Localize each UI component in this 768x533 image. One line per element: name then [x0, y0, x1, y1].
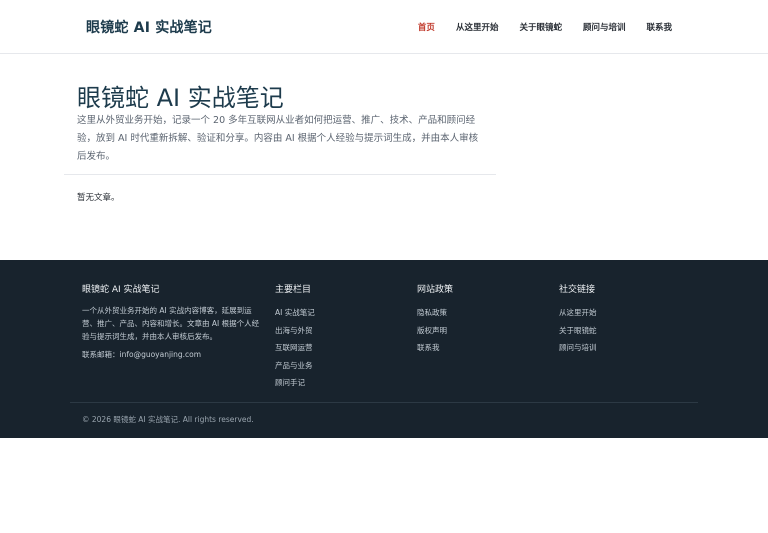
footer-col-title: 社交链接: [559, 285, 596, 295]
footer-link-internet-ops[interactable]: 互联网运营: [275, 339, 315, 357]
footer-copyright: © 2026 眼镜蛇 AI 实战笔记. All rights reserved.: [82, 415, 254, 424]
footer-link-product-business[interactable]: 产品与业务: [275, 357, 315, 375]
footer-col-title: 主要栏目: [275, 285, 312, 295]
footer-col-sections: 主要栏目 AI 实战笔记 出海与外贸 互联网运营 产品与业务 顾问手记: [275, 282, 315, 392]
nav-item-home[interactable]: 首页: [418, 21, 435, 33]
main-nav: 首页 从这里开始 关于眼镜蛇 顾问与培训 联系我: [418, 21, 672, 33]
footer-link-copyright[interactable]: 版权声明: [417, 322, 453, 340]
site-footer: 眼镜蛇 AI 实战笔记 一个从外贸业务开始的 AI 实战内容博客，延展到运营、推…: [0, 260, 768, 438]
footer-col-policies: 网站政策 隐私政策 版权声明 联系我: [417, 282, 453, 357]
footer-link-contact[interactable]: 联系我: [417, 339, 453, 357]
footer-contact-email[interactable]: 联系邮箱：info@guoyanjing.com: [82, 349, 262, 360]
footer-col-social: 社交链接 从这里开始 关于眼镜蛇 顾问与培训: [559, 282, 597, 357]
nav-item-contact[interactable]: 联系我: [646, 21, 672, 33]
footer-about-text: 一个从外贸业务开始的 AI 实战内容博客，延展到运营、推广、产品、内容和增长。文…: [82, 306, 260, 341]
footer-col-title: 网站政策: [417, 285, 454, 295]
site-brand[interactable]: 眼镜蛇 AI 实战笔记: [86, 17, 212, 37]
footer-link-privacy[interactable]: 隐私政策: [417, 304, 453, 322]
footer-link-consultant-notes[interactable]: 顾问手记: [275, 374, 315, 392]
nav-item-consulting[interactable]: 顾问与培训: [583, 21, 626, 33]
footer-link-consulting[interactable]: 顾问与培训: [559, 339, 597, 357]
footer-about-title: 眼镜蛇 AI 实战笔记: [82, 285, 160, 295]
footer-link-about[interactable]: 关于眼镜蛇: [559, 322, 597, 340]
footer-divider: [70, 402, 698, 403]
site-header: 眼镜蛇 AI 实战笔记 首页 从这里开始 关于眼镜蛇 顾问与培训 联系我: [0, 0, 768, 54]
nav-item-start-here[interactable]: 从这里开始: [456, 21, 499, 33]
footer-about: 眼镜蛇 AI 实战笔记 一个从外贸业务开始的 AI 实战内容博客，延展到运营、推…: [82, 282, 262, 360]
nav-item-about[interactable]: 关于眼镜蛇: [519, 21, 562, 33]
footer-link-overseas-trade[interactable]: 出海与外贸: [275, 322, 315, 340]
page-description: 这里从外贸业务开始，记录一个 20 多年互联网从业者如何把运营、推广、技术、产品…: [77, 115, 479, 162]
footer-link-ai-notes[interactable]: AI 实战笔记: [275, 304, 315, 322]
content-divider: [64, 174, 496, 175]
page-title: 眼镜蛇 AI 实战笔记: [77, 84, 284, 112]
empty-posts-message: 暂无文章。: [77, 193, 120, 203]
footer-link-start-here[interactable]: 从这里开始: [559, 304, 597, 322]
